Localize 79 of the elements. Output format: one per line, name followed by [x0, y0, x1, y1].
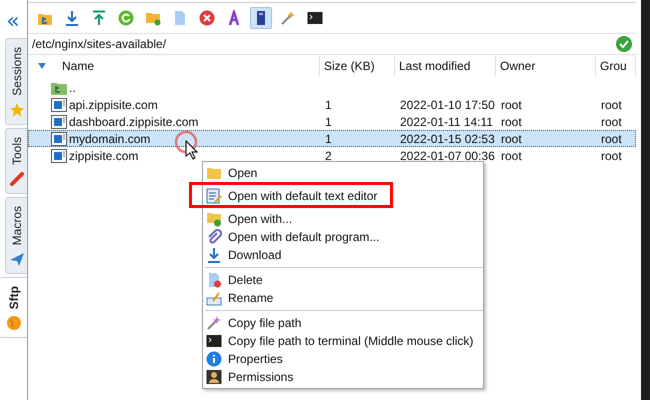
person-icon: [206, 369, 222, 385]
file-row[interactable]: mydomain.com 1 2022-01-15 02:53 root root: [28, 130, 636, 147]
menu-item[interactable]: Download: [203, 246, 483, 264]
menu-item[interactable]: Open: [203, 164, 483, 182]
click-ring-icon: [174, 130, 198, 154]
column-header[interactable]: Name: [28, 55, 320, 77]
download-icon: [206, 247, 222, 263]
column-header[interactable]: Size (KB): [320, 55, 395, 77]
table-cell: 2022-01-15 02:53: [400, 132, 495, 146]
delete-file-icon: [206, 272, 222, 288]
menu-item[interactable]: Open with...: [203, 210, 483, 228]
cursor-icon: [185, 140, 199, 160]
file-name: mydomain.com: [69, 132, 150, 146]
table-cell: 1: [325, 132, 332, 146]
file-icon: [51, 132, 67, 146]
file-name: api.zippisite.com: [69, 98, 158, 112]
terminal-icon: [206, 333, 222, 349]
magic-wand-icon: [206, 315, 222, 331]
table-cell: root: [501, 114, 522, 128]
table-cell: root: [601, 98, 622, 112]
check-icon: [616, 36, 632, 52]
menu-item[interactable]: Rename: [203, 289, 483, 307]
file-row[interactable]: dashboard.zippisite.com 1 2022-01-11 14:11 root root: [28, 113, 636, 130]
file-icon: [51, 98, 67, 112]
terminal-icon: [307, 10, 323, 26]
new-folder-icon: [145, 10, 161, 26]
menu-item[interactable]: Properties: [203, 350, 483, 368]
rename-icon: [206, 290, 222, 306]
refresh-icon: [118, 10, 134, 26]
file-row[interactable]: api.zippisite.com 1 2022-01-10 17:50 root root: [28, 96, 636, 113]
menu-item[interactable]: Delete: [203, 271, 483, 289]
file-name: dashboard.zippisite.com: [69, 114, 198, 128]
folder-icon: [206, 165, 222, 181]
side-tab[interactable]: Sftp: [0, 277, 27, 338]
table-cell: 1: [325, 98, 332, 112]
table-cell: root: [501, 148, 522, 162]
folder-plus-icon: [206, 211, 222, 227]
table-cell: 2022-01-07 00:36: [400, 148, 495, 162]
menu-item[interactable]: Open with default program...: [203, 228, 483, 246]
table-cell: root: [601, 148, 622, 162]
info-icon: [206, 351, 222, 367]
side-tab[interactable]: Tools: [5, 128, 27, 194]
tool-icon: [8, 170, 24, 187]
paper-plane-icon: [8, 251, 24, 268]
file-icon: [51, 114, 67, 128]
delete-icon: [199, 10, 215, 26]
table-cell: root: [601, 114, 622, 128]
menu-item[interactable]: Open with default text editor: [203, 187, 483, 205]
sort-icon: [38, 63, 46, 69]
side-tab[interactable]: Macros: [5, 196, 27, 274]
magic-wand-icon: [280, 10, 296, 26]
menu-item[interactable]: Copy file path to terminal (Middle mouse click): [203, 332, 483, 350]
table-cell: 1: [325, 114, 332, 128]
upload-icon: [91, 10, 107, 26]
path-field[interactable]: /etc/nginx/sites-available/: [28, 33, 636, 55]
table-cell: root: [501, 132, 522, 146]
file-icon: [172, 10, 188, 26]
table-cell: 2022-01-11 14:11: [400, 114, 493, 128]
text-editor-icon: [206, 188, 222, 204]
star-icon: [8, 102, 24, 118]
file-icon: [51, 148, 67, 162]
column-header[interactable]: Owner: [496, 55, 596, 77]
side-tab[interactable]: Sessions: [5, 38, 27, 125]
file-name: ..: [69, 80, 76, 94]
file-name: zippisite.com: [69, 148, 138, 162]
parent-folder-icon: [51, 80, 67, 94]
file-row[interactable]: ..: [28, 79, 636, 96]
paperclip-icon: [206, 229, 222, 245]
table-cell: 2: [325, 148, 332, 162]
panel-button[interactable]: [250, 7, 272, 29]
menu-item[interactable]: Copy file path: [203, 314, 483, 332]
file-row[interactable]: zippisite.com 2 2022-01-07 00:36 root root: [28, 147, 636, 164]
menu-item[interactable]: Permissions: [203, 368, 483, 386]
table-cell: 2022-01-10 17:50: [400, 98, 495, 112]
table-cell: root: [501, 98, 522, 112]
letter-icon: [226, 10, 242, 26]
column-header[interactable]: Last modified: [395, 55, 496, 77]
table-cell: root: [601, 132, 622, 146]
download-icon: [64, 10, 80, 26]
